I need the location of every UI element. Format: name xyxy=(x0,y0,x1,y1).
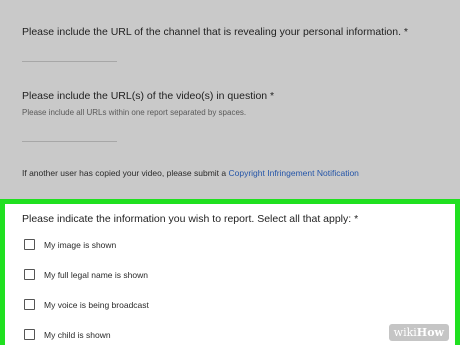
report-info-section: Please indicate the information you wish… xyxy=(0,199,460,345)
checkbox[interactable] xyxy=(24,329,35,340)
option-label: My child is shown xyxy=(44,329,111,340)
checkbox[interactable] xyxy=(24,299,35,310)
wikihow-watermark: wikiHow xyxy=(388,324,449,341)
channel-url-question: Please include the URL of the channel th… xyxy=(22,26,409,38)
video-urls-question: Please include the URL(s) of the video(s… xyxy=(22,90,275,102)
copyright-notice-text: If another user has copied your video, p… xyxy=(22,168,227,178)
option-label: My voice is being broadcast xyxy=(44,299,149,310)
video-urls-input[interactable] xyxy=(22,141,117,142)
option-voice-broadcast[interactable]: My voice is being broadcast xyxy=(24,299,149,310)
option-child-shown[interactable]: My child is shown xyxy=(24,329,111,340)
watermark-prefix: wiki xyxy=(393,326,417,339)
channel-url-input[interactable] xyxy=(22,61,117,62)
option-legal-name-shown[interactable]: My full legal name is shown xyxy=(24,269,148,280)
option-image-shown[interactable]: My image is shown xyxy=(24,239,116,250)
copyright-infringement-link[interactable]: Copyright Infringement Notification xyxy=(229,168,359,178)
option-label: My image is shown xyxy=(44,239,117,250)
checkbox[interactable] xyxy=(24,239,35,250)
video-urls-hint: Please include all URLs within one repor… xyxy=(22,108,247,117)
option-label: My full legal name is shown xyxy=(44,269,148,280)
copyright-notice: If another user has copied your video, p… xyxy=(22,168,359,178)
report-info-title: Please indicate the information you wish… xyxy=(22,213,359,225)
report-form-page: Please include the URL of the channel th… xyxy=(0,0,460,345)
watermark-suffix: How xyxy=(416,326,444,339)
checkbox[interactable] xyxy=(24,269,35,280)
